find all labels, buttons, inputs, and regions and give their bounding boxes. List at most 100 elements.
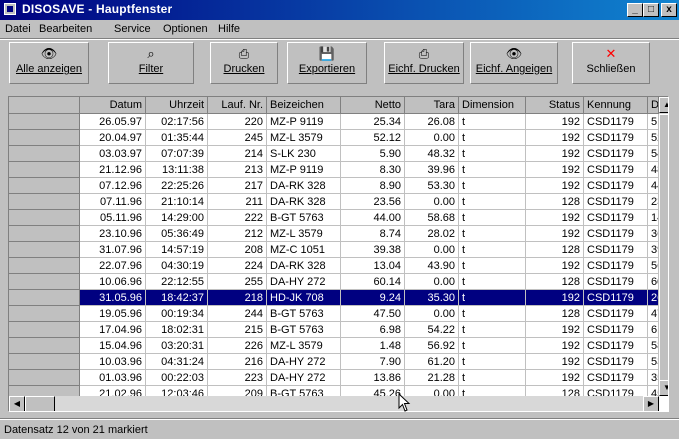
cell-beizeichen[interactable]: DA-RK 328 — [267, 194, 341, 210]
col-header-netto[interactable]: Netto — [341, 97, 405, 114]
cell-uhrzeit[interactable]: 14:29:00 — [146, 210, 208, 226]
cell-uhrzeit[interactable]: 07:07:39 — [146, 146, 208, 162]
cell-tara[interactable]: 53.30 — [405, 178, 459, 194]
cell-tara[interactable]: 43.90 — [405, 258, 459, 274]
cell-status[interactable]: 128 — [526, 194, 584, 210]
cell-datum[interactable]: 07.11.96 — [80, 194, 146, 210]
cell-dru[interactable]: 58 — [648, 338, 659, 354]
cell-dimension[interactable]: t — [459, 114, 526, 130]
cell-tara[interactable]: 0.00 — [405, 130, 459, 146]
menu-optionen[interactable]: Optionen — [163, 23, 208, 35]
cell-tara[interactable]: 54.22 — [405, 322, 459, 338]
cell-dru[interactable]: 26 — [648, 290, 659, 306]
scroll-up-icon[interactable]: ▲ — [659, 97, 668, 113]
cell-lauf-nr[interactable]: 216 — [208, 354, 267, 370]
col-header-kennung[interactable]: Kennung — [584, 97, 648, 114]
cell-tara[interactable]: 21.28 — [405, 370, 459, 386]
cell-datum[interactable]: 05.11.96 — [80, 210, 146, 226]
cell-datum[interactable]: 21.12.96 — [80, 162, 146, 178]
col-header-beizeichen[interactable]: Beizeichen — [267, 97, 341, 114]
scroll-thumb[interactable] — [659, 114, 668, 384]
cell-datum[interactable]: 10.03.96 — [80, 354, 146, 370]
cell-uhrzeit[interactable]: 00:19:34 — [146, 306, 208, 322]
cell-dimension[interactable]: t — [459, 258, 526, 274]
cell-dru[interactable]: 44 — [648, 178, 659, 194]
cell-uhrzeit[interactable]: 04:31:24 — [146, 354, 208, 370]
cell-kennung[interactable]: CSD1179 — [584, 354, 648, 370]
cell-netto[interactable]: 60.14 — [341, 274, 405, 290]
cell-datum[interactable]: 03.03.97 — [80, 146, 146, 162]
col-header-lauf-nr[interactable]: Lauf. Nr. — [208, 97, 267, 114]
cell-lauf-nr[interactable]: 217 — [208, 178, 267, 194]
minimize-button[interactable]: _ — [627, 3, 643, 17]
cell-status[interactable]: 128 — [526, 306, 584, 322]
cell-lauf-nr[interactable]: 223 — [208, 370, 267, 386]
cell-dru[interactable]: 36 — [648, 226, 659, 242]
cell-netto[interactable]: 6.98 — [341, 322, 405, 338]
cell-beizeichen[interactable]: B-GT 5763 — [267, 210, 341, 226]
cell-uhrzeit[interactable]: 22:25:26 — [146, 178, 208, 194]
cell-beizeichen[interactable]: MZ-L 3579 — [267, 226, 341, 242]
cell-datum[interactable]: 17.04.96 — [80, 322, 146, 338]
cell-lauf-nr[interactable]: 222 — [208, 210, 267, 226]
cell-kennung[interactable]: CSD1179 — [584, 290, 648, 306]
row-selector[interactable] — [9, 242, 80, 258]
cell-dimension[interactable]: t — [459, 162, 526, 178]
schliessen-button[interactable]: ✕ Schließen — [572, 42, 650, 84]
cell-tara[interactable]: 0.00 — [405, 274, 459, 290]
cell-kennung[interactable]: CSD1179 — [584, 114, 648, 130]
menu-bearbeiten[interactable]: Bearbeiten — [39, 23, 92, 35]
cell-uhrzeit[interactable]: 18:42:37 — [146, 290, 208, 306]
cell-uhrzeit[interactable]: 05:36:49 — [146, 226, 208, 242]
cell-tara[interactable]: 28.02 — [405, 226, 459, 242]
cell-tara[interactable]: 48.32 — [405, 146, 459, 162]
cell-kennung[interactable]: CSD1179 — [584, 338, 648, 354]
cell-dimension[interactable]: t — [459, 338, 526, 354]
cell-status[interactable]: 192 — [526, 370, 584, 386]
cell-dimension[interactable]: t — [459, 178, 526, 194]
cell-lauf-nr[interactable]: 220 — [208, 114, 267, 130]
cell-lauf-nr[interactable]: 212 — [208, 226, 267, 242]
cell-beizeichen[interactable]: MZ-P 9119 — [267, 114, 341, 130]
menu-service[interactable]: Service — [114, 23, 151, 35]
col-header-status[interactable]: Status — [526, 97, 584, 114]
cell-netto[interactable]: 52.12 — [341, 130, 405, 146]
cell-datum[interactable]: 26.05.97 — [80, 114, 146, 130]
cell-datum[interactable]: 15.04.96 — [80, 338, 146, 354]
cell-tara[interactable]: 0.00 — [405, 242, 459, 258]
cell-dru[interactable]: 56 — [648, 258, 659, 274]
cell-uhrzeit[interactable]: 13:11:38 — [146, 162, 208, 178]
cell-dru[interactable]: 35 — [648, 370, 659, 386]
cell-datum[interactable]: 23.10.96 — [80, 226, 146, 242]
cell-lauf-nr[interactable]: 245 — [208, 130, 267, 146]
cell-beizeichen[interactable]: MZ-L 3579 — [267, 130, 341, 146]
eichf-angeigen-button[interactable]: 👁 Eichf. Angeigen — [470, 42, 558, 84]
cell-tara[interactable]: 61.20 — [405, 354, 459, 370]
cell-dru[interactable]: 48 — [648, 162, 659, 178]
cell-tara[interactable]: 0.00 — [405, 306, 459, 322]
cell-lauf-nr[interactable]: 226 — [208, 338, 267, 354]
cell-netto[interactable]: 8.90 — [341, 178, 405, 194]
cell-lauf-nr[interactable]: 214 — [208, 146, 267, 162]
cell-lauf-nr[interactable]: 211 — [208, 194, 267, 210]
row-selector[interactable] — [9, 370, 80, 386]
cell-tara[interactable]: 56.92 — [405, 338, 459, 354]
cell-netto[interactable]: 7.90 — [341, 354, 405, 370]
cell-uhrzeit[interactable]: 04:30:19 — [146, 258, 208, 274]
cell-beizeichen[interactable]: MZ-P 9119 — [267, 162, 341, 178]
col-header-tara[interactable]: Tara — [405, 97, 459, 114]
row-selector[interactable] — [9, 322, 80, 338]
cell-netto[interactable]: 1.48 — [341, 338, 405, 354]
cell-netto[interactable]: 13.04 — [341, 258, 405, 274]
cell-status[interactable]: 192 — [526, 162, 584, 178]
cell-kennung[interactable]: CSD1179 — [584, 130, 648, 146]
row-selector[interactable] — [9, 194, 80, 210]
cell-beizeichen[interactable]: HD-JK 708 — [267, 290, 341, 306]
cell-beizeichen[interactable]: DA-HY 272 — [267, 274, 341, 290]
cell-datum[interactable]: 19.05.96 — [80, 306, 146, 322]
cell-datum[interactable]: 22.07.96 — [80, 258, 146, 274]
cell-netto[interactable]: 23.56 — [341, 194, 405, 210]
cell-netto[interactable]: 25.34 — [341, 114, 405, 130]
cell-kennung[interactable]: CSD1179 — [584, 322, 648, 338]
app-icon[interactable] — [4, 3, 16, 15]
